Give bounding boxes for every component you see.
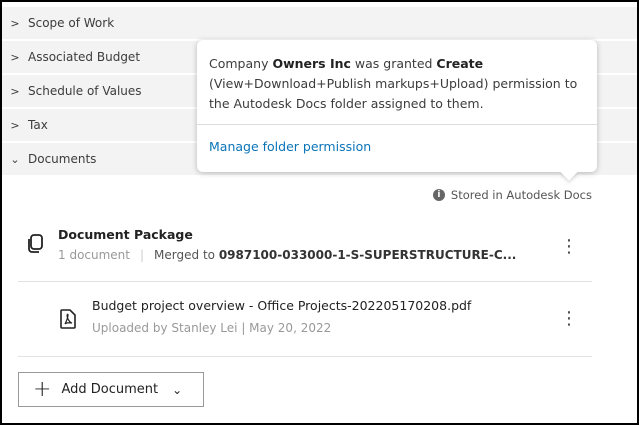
- contract-details-panel: > Scope of Work > Associated Budget > Sched…: [2, 2, 637, 423]
- file-name[interactable]: Budget project overview - Office Project…: [92, 298, 471, 313]
- file-meta: Uploaded by Stanley Lei | May 20, 2022: [92, 321, 332, 335]
- document-file-row[interactable]: Budget project overview - Office Project…: [18, 282, 592, 357]
- section-label: Associated Budget: [28, 50, 141, 64]
- document-package-row[interactable]: Document Package 1 document | Merged to 09…: [18, 222, 592, 282]
- chevron-right-icon: >: [10, 118, 20, 132]
- section-scope-of-work[interactable]: > Scope of Work: [2, 7, 637, 39]
- add-document-button[interactable]: + Add Document ⌄: [18, 372, 204, 407]
- package-meta: 1 document | Merged to 0987100-033000-1-S-…: [58, 248, 517, 262]
- section-label: Schedule of Values: [28, 84, 142, 98]
- pdf-file-icon: [60, 309, 76, 329]
- add-document-label: Add Document: [61, 382, 159, 397]
- document-package-icon: [28, 234, 43, 253]
- info-icon: i: [432, 189, 445, 201]
- tooltip-message: Company Owners Inc was granted Create (V…: [209, 56, 578, 111]
- chevron-right-icon: >: [10, 16, 20, 30]
- chevron-right-icon: >: [10, 50, 20, 64]
- section-label: Scope of Work: [28, 16, 115, 30]
- more-options-icon[interactable]: ⋮: [560, 310, 578, 328]
- manage-folder-permission-link[interactable]: Manage folder permission: [197, 125, 597, 168]
- chevron-down-icon: ⌄: [172, 382, 183, 397]
- plus-icon: +: [33, 376, 52, 402]
- package-title: Document Package: [58, 227, 193, 242]
- storage-label: Stored in Autodesk Docs: [450, 188, 592, 202]
- section-label: Tax: [28, 118, 48, 132]
- chevron-right-icon: >: [10, 84, 20, 98]
- permission-tooltip: Company Owners Inc was granted Create (V…: [197, 40, 597, 181]
- storage-note: i Stored in Autodesk Docs: [432, 188, 592, 202]
- chevron-down-icon: ⌄: [10, 152, 20, 166]
- more-options-icon[interactable]: ⋮: [560, 238, 578, 256]
- section-label: Documents: [28, 152, 97, 166]
